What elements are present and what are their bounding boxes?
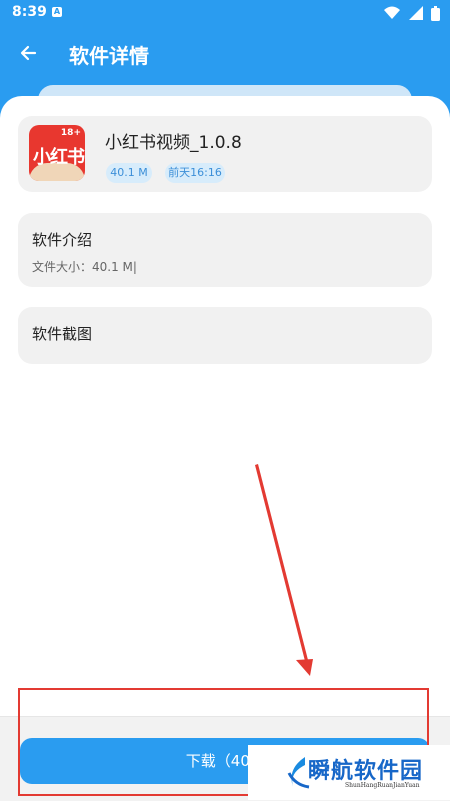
status-time: 8:39 [12,4,47,20]
app-icon-label: 小红书 [33,147,85,168]
age-badge: 18+ [60,128,81,138]
notification-icon: A [52,7,62,17]
app-name: 小红书视频_1.0.8 [105,133,242,153]
screenshots-heading: 软件截图 [32,325,93,343]
notification-letter: A [53,7,61,16]
intro-card: 软件介绍 文件大小：40.1 M| [18,213,432,287]
screenshots-card: 软件截图 [18,307,432,364]
app-bar: 软件详情 [0,26,450,82]
back-button[interactable] [14,38,44,68]
watermark-text: 瞬航软件园 [308,759,424,784]
wifi-icon [384,6,401,19]
battery-icon [431,5,440,21]
watermark: 瞬航软件园 ShunHangRuanJianYuan [248,745,450,800]
status-bar: 8:39 A [0,0,450,26]
status-icons [380,5,440,21]
time-tag: 前天16:16 [165,163,225,183]
page-title: 软件详情 [69,44,149,68]
app-icon: 小红书 18+ [29,125,85,181]
signal-icon [408,6,423,20]
arrow-left-icon [20,45,37,61]
size-tag: 40.1 M [106,163,152,183]
watermark-subtitle: ShunHangRuanJianYuan [345,782,420,789]
file-size-text: 文件大小：40.1 M| [32,260,137,274]
intro-heading: 软件介绍 [32,231,93,249]
app-info-card: 小红书 18+ 小红书视频_1.0.8 40.1 M 前天16:16 [18,116,432,192]
